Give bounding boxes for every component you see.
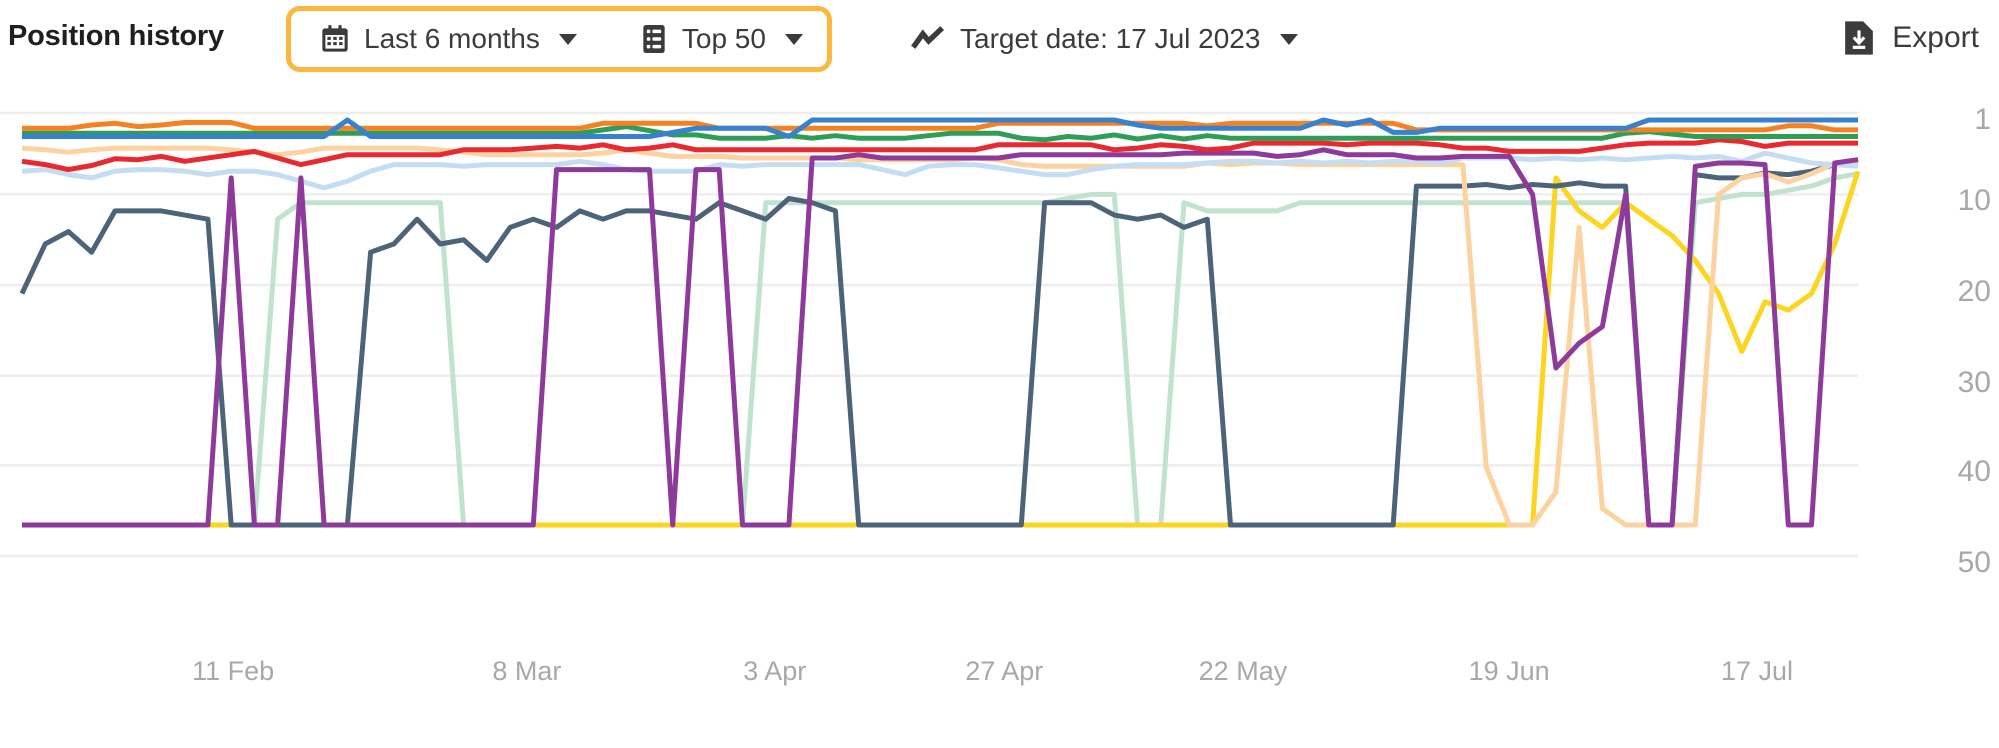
position-history-chart: 1 10 20 30 40 50 11 Feb 8 Mar 3 Apr 27 Apr 22 May… <box>0 78 1999 748</box>
y-axis-tick-10: 10 <box>1927 184 1991 218</box>
filter-controls-group: Last 6 months <box>286 6 832 72</box>
date-range-dropdown[interactable]: Last 6 months <box>313 11 583 67</box>
date-range-label: Last 6 months <box>364 23 540 55</box>
y-axis-tick-40: 40 <box>1927 455 1991 489</box>
x-axis-tick-4: 22 May <box>1199 656 1288 687</box>
chart-lines-svg <box>0 78 1999 748</box>
series-line-purple <box>22 150 1858 525</box>
chevron-down-icon <box>785 34 803 45</box>
target-date-label: Target date: 17 Jul 2023 <box>960 23 1260 55</box>
x-axis-tick-5: 19 Jun <box>1469 656 1550 687</box>
y-axis-tick-20: 20 <box>1927 275 1991 309</box>
export-label: Export <box>1892 21 1979 55</box>
x-axis-tick-0: 11 Feb <box>192 656 274 687</box>
calendar-icon <box>319 23 351 55</box>
x-axis-tick-2: 3 Apr <box>743 656 806 687</box>
download-file-icon <box>1842 20 1876 56</box>
y-axis-tick-1: 1 <box>1927 103 1991 137</box>
page-title: Position history <box>8 20 224 53</box>
target-date-dropdown[interactable]: Target date: 17 Jul 2023 <box>910 14 1298 64</box>
widget-header: Position history <box>0 0 1999 78</box>
chevron-down-icon <box>559 34 577 45</box>
x-axis-tick-3: 27 Apr <box>965 656 1043 687</box>
trendline-icon <box>910 24 946 54</box>
chevron-down-icon <box>1280 34 1298 45</box>
list-icon <box>639 23 669 55</box>
top-filter-label: Top 50 <box>682 23 766 55</box>
y-axis-tick-30: 30 <box>1927 366 1991 400</box>
export-button[interactable]: Export <box>1842 12 1979 64</box>
position-history-widget: Position history <box>0 0 1999 748</box>
top-filter-dropdown[interactable]: Top 50 <box>633 11 809 67</box>
y-axis-tick-50: 50 <box>1927 546 1991 580</box>
x-axis-tick-6: 17 Jul <box>1721 656 1793 687</box>
x-axis-tick-1: 8 Mar <box>492 656 561 687</box>
chart-plot-area[interactable] <box>0 78 1999 748</box>
